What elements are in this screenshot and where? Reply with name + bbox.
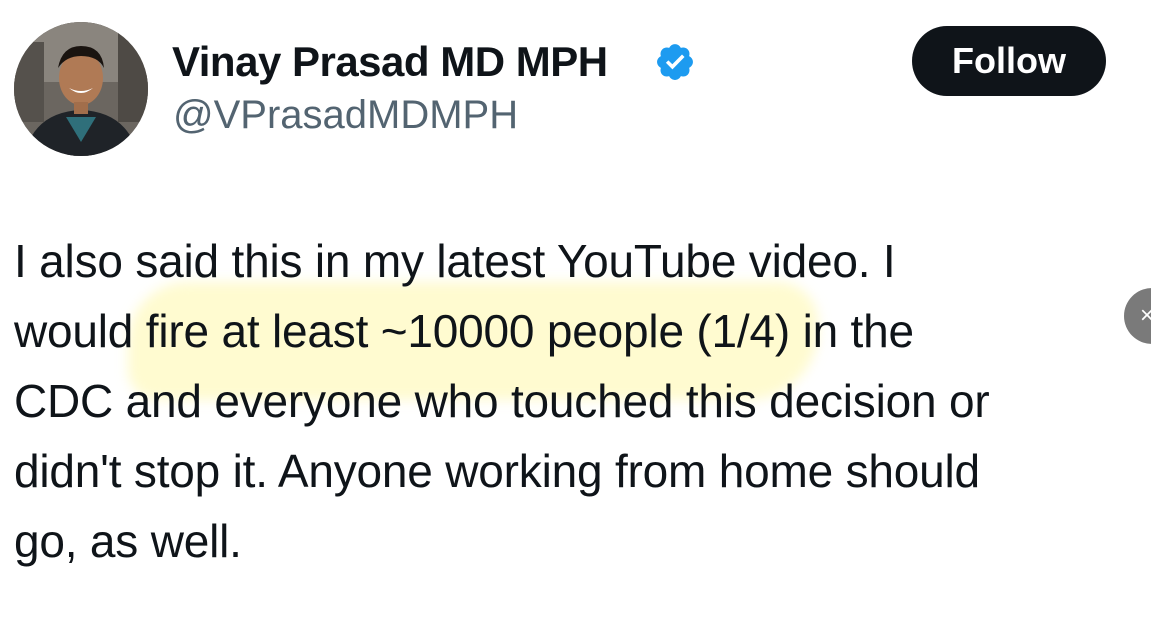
author-avatar[interactable] bbox=[14, 22, 148, 156]
tweet-text-line: would fire at least ~10000 people (1/4) … bbox=[14, 305, 914, 357]
tweet-card: Vinay Prasad MD MPH @VPrasadMDMPH Follow… bbox=[0, 0, 1151, 635]
tweet-text: I also said this in my latest YouTube vi… bbox=[14, 226, 1139, 576]
tweet-text-line: I also said this in my latest YouTube vi… bbox=[14, 235, 896, 287]
avatar-image bbox=[14, 22, 148, 156]
tweet-text-line: CDC and everyone who touched this decisi… bbox=[14, 375, 990, 427]
author-handle[interactable]: @VPrasadMDMPH bbox=[173, 92, 518, 138]
tweet-text-line: go, as well. bbox=[14, 515, 242, 567]
follow-button[interactable]: Follow bbox=[912, 26, 1106, 96]
author-display-name[interactable]: Vinay Prasad MD MPH bbox=[172, 38, 608, 86]
tweet-text-line: didn't stop it. Anyone working from home… bbox=[14, 445, 980, 497]
verified-badge-icon bbox=[657, 44, 693, 80]
